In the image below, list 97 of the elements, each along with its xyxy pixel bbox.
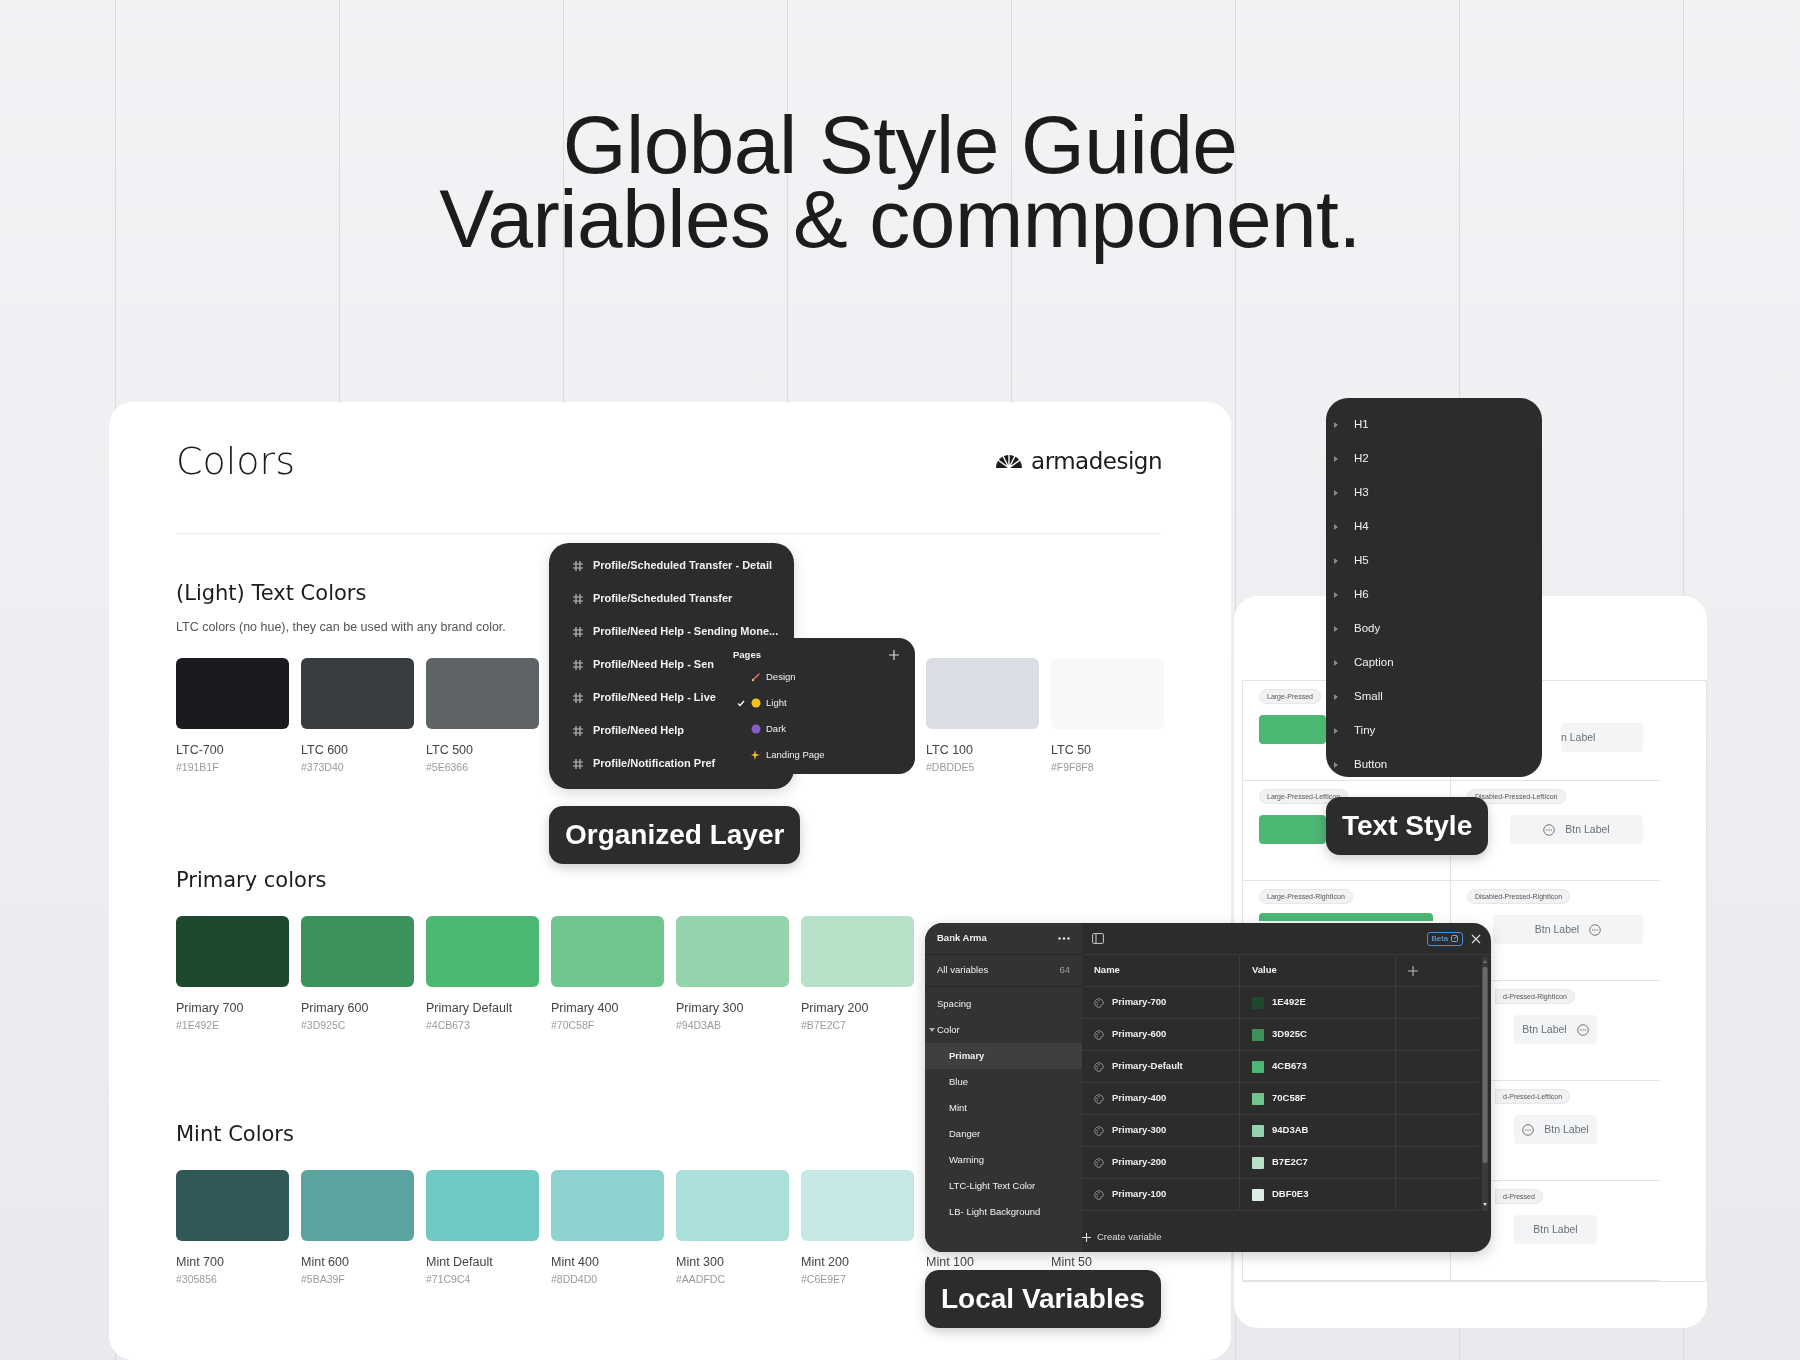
group-item[interactable]: Warning <box>925 1147 1082 1173</box>
swatch-name: Primary 400 <box>551 1000 620 1015</box>
variable-value: 70C58F <box>1272 1091 1306 1106</box>
variable-value: 94D3AB <box>1272 1123 1309 1138</box>
section-description: LTC colors (no hue), they can be used with any brand color. <box>176 619 506 636</box>
swatch-name: Mint 50 <box>1051 1254 1093 1269</box>
swatch-name: Mint Default <box>426 1254 494 1269</box>
logo-text: armadesign <box>1031 446 1162 476</box>
text-style-name[interactable]: H2 <box>1354 450 1369 468</box>
swatch-name: Primary 200 <box>801 1000 870 1015</box>
swatch-name: Mint 300 <box>676 1254 725 1269</box>
swatch-hex: #5BA39F <box>301 1272 346 1286</box>
swatch-hex: #1E492E <box>176 1018 221 1032</box>
swatch-hex: #8DD4D0 <box>551 1272 599 1286</box>
swatch-hex: #71C9C4 <box>426 1272 472 1286</box>
variable-value: 4CB673 <box>1272 1059 1307 1074</box>
text-style-name[interactable]: Button <box>1354 756 1388 774</box>
layer-name[interactable]: Profile/Notification Pref <box>593 755 716 772</box>
swatch-hex: #4CB673 <box>426 1018 471 1032</box>
variable-name[interactable]: Primary-200 <box>1112 1155 1167 1170</box>
text-style-name[interactable]: H6 <box>1354 586 1369 604</box>
swatch-hex: #191B1F <box>176 760 220 774</box>
text-style-name[interactable]: Body <box>1354 620 1381 638</box>
layer-name[interactable]: Profile/Need Help - Live <box>593 689 716 706</box>
swatch-hex: #F9F8F8 <box>1051 760 1095 774</box>
panel-caption: Organized Layer <box>549 806 801 864</box>
variable-name[interactable]: Primary-700 <box>1112 995 1167 1010</box>
variable-name[interactable]: Primary-Default <box>1112 1059 1183 1074</box>
panel-caption: Local Variables <box>925 1270 1161 1328</box>
group-item[interactable]: Primary <box>925 1043 1082 1069</box>
variable-count: 64 <box>1059 963 1070 978</box>
group-item[interactable]: Danger <box>925 1121 1082 1147</box>
pages-title: Pages <box>733 647 761 662</box>
all-variables-item[interactable]: All variables <box>937 963 989 978</box>
swatch-name: Primary 300 <box>676 1000 745 1015</box>
swatch-name: Primary Default <box>426 1000 514 1015</box>
page-item[interactable]: Design <box>733 664 899 690</box>
text-style-name[interactable]: H5 <box>1354 552 1369 570</box>
group-item[interactable]: Color <box>937 1022 960 1038</box>
variable-value: 1E492E <box>1272 995 1306 1010</box>
swatch-hex: #DBDDE5 <box>926 760 976 774</box>
group-item[interactable]: LB- Light Background <box>925 1199 1082 1225</box>
card-title: Colors <box>176 438 295 485</box>
swatch-name: LTC 100 <box>926 742 974 757</box>
swatch-hex: #3D925C <box>301 1018 347 1032</box>
group-item[interactable]: Spacing <box>937 996 972 1012</box>
section-heading: Mint Colors <box>176 1120 294 1148</box>
swatch-name: LTC 500 <box>426 742 474 757</box>
swatch-name: LTC 600 <box>301 742 349 757</box>
swatch-hex: #70C58F <box>551 1018 596 1032</box>
swatch-name: LTC 50 <box>1051 742 1093 757</box>
swatch-name: Primary 700 <box>176 1000 245 1015</box>
text-style-name[interactable]: Small <box>1354 688 1383 706</box>
text-style-name[interactable]: Caption <box>1354 654 1394 672</box>
variable-value: 3D925C <box>1272 1027 1307 1042</box>
layer-name[interactable]: Profile/Scheduled Transfer <box>593 590 733 607</box>
layer-name[interactable]: Profile/Need Help - Sending Mone... <box>593 623 779 640</box>
collection-name: Bank Arma <box>937 931 987 946</box>
swatch-name: Mint 200 <box>801 1254 850 1269</box>
swatch-hex: #305856 <box>176 1272 218 1286</box>
text-style-name[interactable]: H1 <box>1354 416 1369 434</box>
swatch-hex: #C6E9E7 <box>801 1272 847 1286</box>
page-item[interactable]: Light <box>733 690 899 716</box>
swatch-hex: #AADFDC <box>676 1272 726 1286</box>
text-style-name[interactable]: Tiny <box>1354 722 1376 740</box>
section-heading: (Light) Text Colors <box>176 580 367 607</box>
column-header: Name <box>1094 963 1120 978</box>
swatch-name: Mint 600 <box>301 1254 350 1269</box>
layer-name[interactable]: Profile/Scheduled Transfer - Detail <box>593 557 773 574</box>
swatch-hex: #373D40 <box>301 760 345 774</box>
swatch-name: Mint 100 <box>926 1254 975 1269</box>
swatch-hex: #B7E2C7 <box>801 1018 847 1032</box>
page-item[interactable]: Dark <box>733 716 899 742</box>
layer-name[interactable]: Profile/Need Help <box>593 722 685 739</box>
swatch-name: LTC-700 <box>176 742 225 757</box>
variable-value: B7E2C7 <box>1272 1155 1308 1170</box>
variable-value: DBF0E3 <box>1272 1187 1309 1202</box>
variable-name[interactable]: Primary-400 <box>1112 1091 1167 1106</box>
swatch-name: Primary 600 <box>301 1000 370 1015</box>
swatch-name: Mint 700 <box>176 1254 225 1269</box>
create-variable-button[interactable]: Create variable <box>1082 1222 1491 1252</box>
variable-name[interactable]: Primary-100 <box>1112 1187 1167 1202</box>
section-heading: Primary colors <box>176 866 327 894</box>
beta-badge[interactable]: Beta <box>1426 931 1463 946</box>
variable-name[interactable]: Primary-300 <box>1112 1123 1167 1138</box>
group-item[interactable]: Blue <box>925 1069 1082 1095</box>
text-style-name[interactable]: H3 <box>1354 484 1369 502</box>
column-header: Value <box>1252 963 1277 978</box>
group-item[interactable]: LTC-Light Text Color <box>925 1173 1082 1199</box>
layer-name[interactable]: Profile/Need Help - Sen <box>593 656 715 673</box>
variable-name[interactable]: Primary-600 <box>1112 1027 1167 1042</box>
swatch-name: Mint 400 <box>551 1254 600 1269</box>
text-style-name[interactable]: H4 <box>1354 518 1369 536</box>
swatch-hex: #94D3AB <box>676 1018 722 1032</box>
swatch-hex: #5E6366 <box>426 760 470 774</box>
group-item[interactable]: Mint <box>925 1095 1082 1121</box>
page-item[interactable]: Landing Page <box>733 742 899 768</box>
